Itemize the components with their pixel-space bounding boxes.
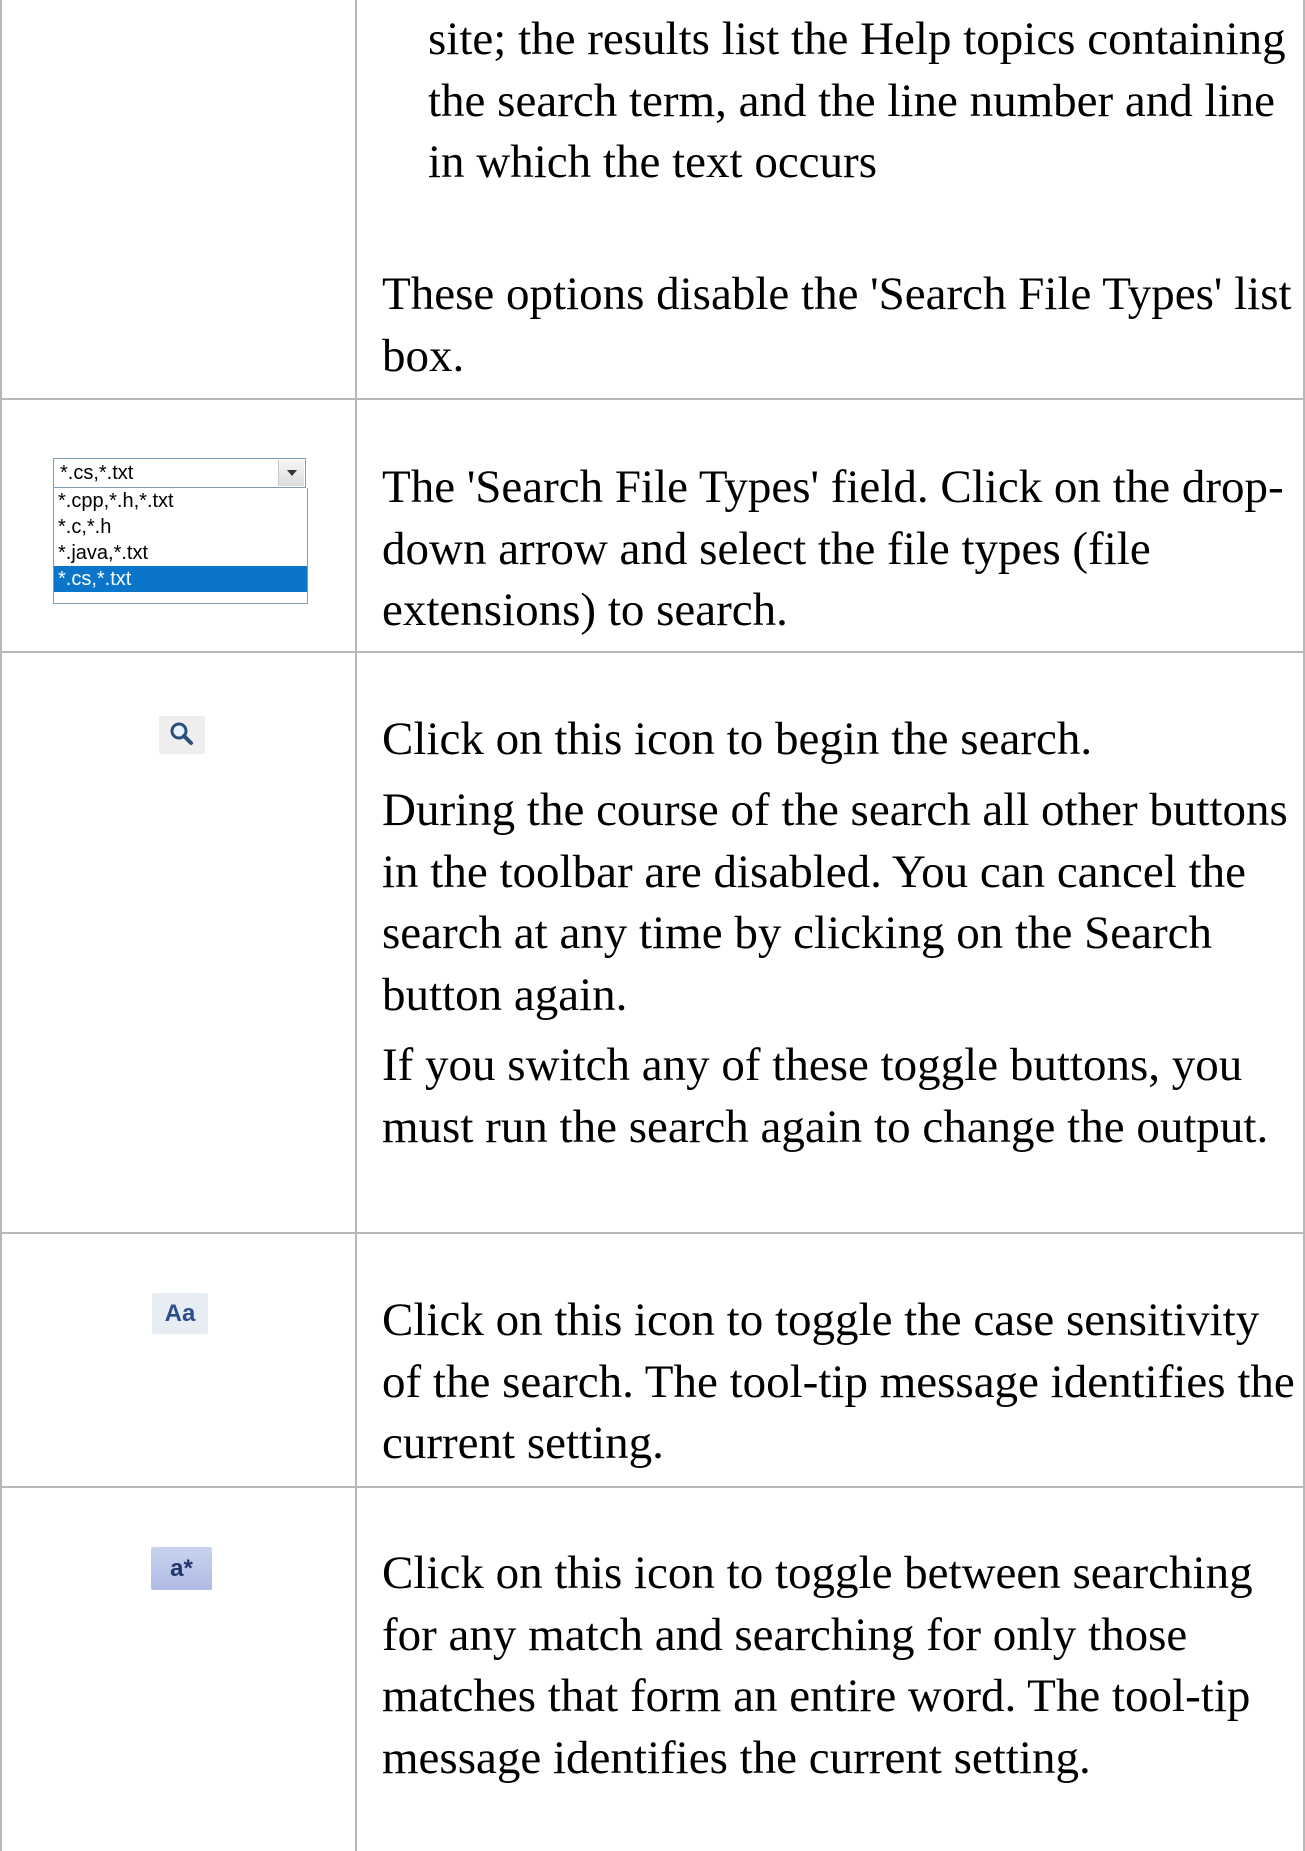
search-icon[interactable] [159,716,205,754]
dropdown-option[interactable]: *.cpp,*.h,*.txt [54,488,307,514]
dropdown-option-selected[interactable]: *.cs,*.txt [54,566,307,592]
dropdown-arrow-button[interactable] [278,460,304,486]
file-types-dropdown[interactable]: *.cs,*.txt *.cpp,*.h,*.txt *.c,*.h *.jav… [53,458,308,604]
row-divider [0,398,1305,400]
dropdown-option-list: *.cpp,*.h,*.txt *.c,*.h *.java,*.txt *.c… [53,488,308,604]
match-case-description: Click on this icon to toggle the case se… [382,1294,1295,1469]
dropdown-option[interactable]: *.c,*.h [54,514,307,540]
options-note: These options disable the 'Search File T… [382,268,1292,382]
whole-word-glyph: a* [170,1555,193,1582]
search-desc-3: If you switch any of these toggle button… [382,1039,1269,1153]
dropdown-option[interactable]: *.java,*.txt [54,540,307,566]
match-case-icon[interactable]: Aa [152,1293,208,1334]
search-desc-1: Click on this icon to begin the search. [382,713,1093,765]
whole-word-description: Click on this icon to toggle between sea… [382,1547,1253,1784]
row-divider [0,1486,1305,1488]
table-left-border [0,0,2,1851]
row-divider [0,1232,1305,1234]
dropdown-field[interactable]: *.cs,*.txt [53,458,306,488]
match-case-glyph: Aa [164,1300,196,1327]
magnifier-glyph [170,722,193,745]
search-desc-2: During the course of the search all othe… [382,784,1288,1021]
row-divider [0,651,1305,653]
whole-word-icon[interactable]: a* [151,1547,212,1590]
file-types-description: The 'Search File Types' field. Click on … [382,461,1284,636]
chevron-down-icon [287,470,297,476]
column-divider [355,0,357,1851]
dropdown-selected-value: *.cs,*.txt [60,462,134,484]
bullet-continuation: site; the results list the Help topics c… [428,13,1286,188]
